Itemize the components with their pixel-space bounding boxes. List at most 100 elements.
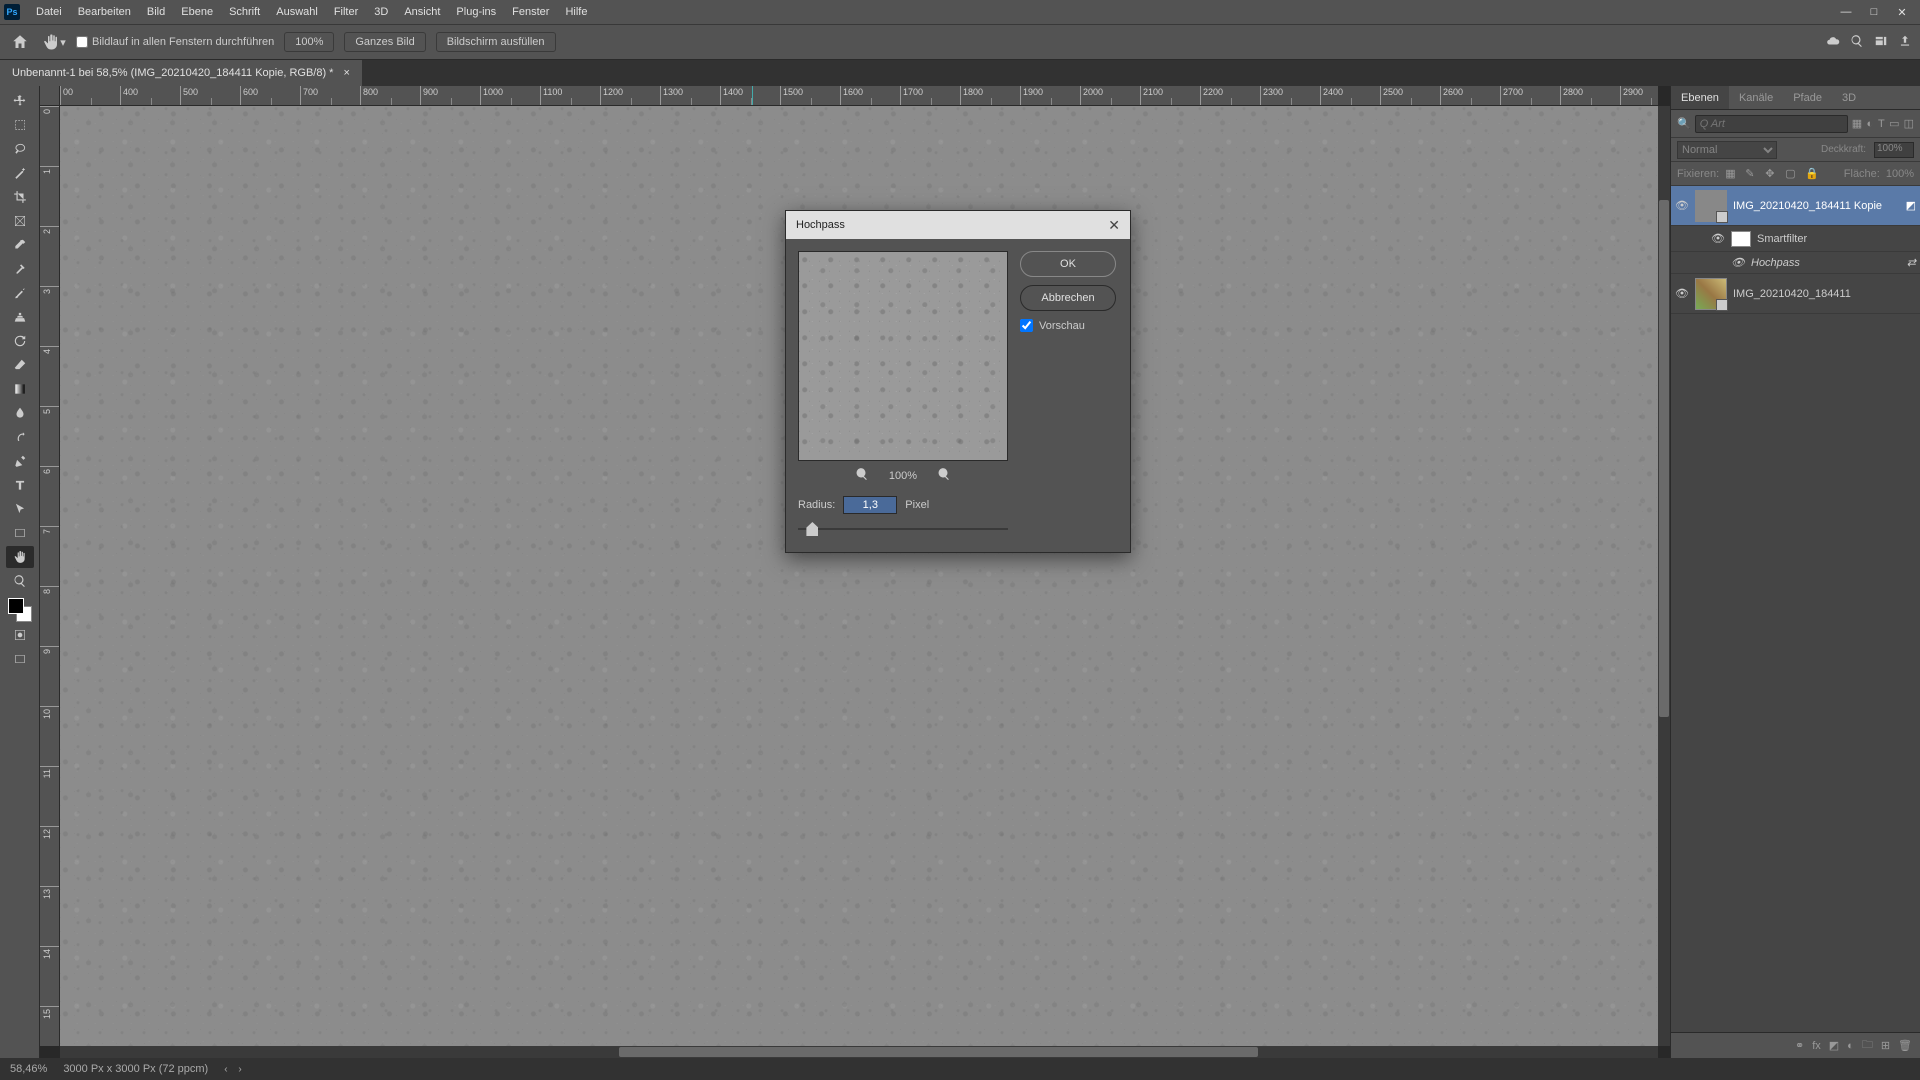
- menu-3d[interactable]: 3D: [366, 6, 396, 18]
- layer-row[interactable]: 👁 IMG_20210420_184411: [1671, 274, 1920, 314]
- new-layer-icon[interactable]: ⊞: [1881, 1039, 1890, 1052]
- layer-visibility-icon[interactable]: 👁: [1675, 199, 1689, 212]
- lock-transparency-icon[interactable]: ▦: [1725, 167, 1739, 180]
- quickmask-tool-icon[interactable]: [6, 624, 34, 646]
- menu-datei[interactable]: Datei: [28, 6, 70, 18]
- dialog-titlebar[interactable]: Hochpass ✕: [786, 211, 1130, 239]
- filter-smart-icon[interactable]: ◫: [1904, 116, 1914, 132]
- menu-hilfe[interactable]: Hilfe: [557, 6, 595, 18]
- menu-ebene[interactable]: Ebene: [173, 6, 221, 18]
- color-swatches[interactable]: [8, 598, 32, 622]
- screenmode-tool-icon[interactable]: [6, 648, 34, 670]
- tab-3d[interactable]: 3D: [1832, 86, 1866, 109]
- fill-screen-button[interactable]: Bildschirm ausfüllen: [436, 32, 556, 52]
- layer-filter-input[interactable]: [1695, 115, 1848, 133]
- layer-group-icon[interactable]: 🗀: [1862, 1036, 1873, 1055]
- lock-position-icon[interactable]: ✥: [1765, 167, 1779, 180]
- layer-thumbnail[interactable]: [1695, 190, 1727, 222]
- blur-tool-icon[interactable]: [6, 402, 34, 424]
- fill-value[interactable]: 100%: [1886, 168, 1914, 180]
- menu-filter[interactable]: Filter: [326, 6, 366, 18]
- pen-tool-icon[interactable]: [6, 450, 34, 472]
- horizontal-ruler[interactable]: 00 400 500 600 700 800 900 1000 1100 120…: [60, 86, 1658, 106]
- status-zoom[interactable]: 58,46%: [10, 1063, 47, 1075]
- clone-stamp-tool-icon[interactable]: [6, 306, 34, 328]
- hand-tool-icon[interactable]: [6, 546, 34, 568]
- preview-checkbox[interactable]: [1020, 319, 1033, 332]
- lock-pixels-icon[interactable]: ✎: [1745, 167, 1759, 180]
- marquee-tool-icon[interactable]: [6, 114, 34, 136]
- horizontal-scrollbar[interactable]: [60, 1046, 1658, 1058]
- filter-shape-icon[interactable]: ▭: [1889, 116, 1899, 132]
- filter-adjust-icon[interactable]: ◐: [1866, 116, 1874, 132]
- eraser-tool-icon[interactable]: [6, 354, 34, 376]
- eyedropper-tool-icon[interactable]: [6, 234, 34, 256]
- lock-artboard-icon[interactable]: ▢: [1785, 167, 1799, 180]
- move-tool-icon[interactable]: [6, 90, 34, 112]
- ok-button[interactable]: OK: [1020, 251, 1116, 277]
- layer-visibility-icon[interactable]: 👁: [1731, 256, 1745, 269]
- foreground-color-swatch[interactable]: [8, 598, 24, 614]
- tab-kanale[interactable]: Kanäle: [1729, 86, 1783, 109]
- tab-ebenen[interactable]: Ebenen: [1671, 86, 1729, 109]
- document-tab[interactable]: Unbenannt-1 bei 58,5% (IMG_20210420_1844…: [0, 60, 362, 86]
- layer-name-label[interactable]: IMG_20210420_184411: [1733, 288, 1916, 300]
- adjustment-layer-icon[interactable]: ◐: [1847, 1040, 1854, 1052]
- filter-type-icon[interactable]: T: [1878, 116, 1886, 132]
- lock-all-icon[interactable]: 🔒: [1805, 167, 1819, 180]
- menu-plugins[interactable]: Plug-ins: [448, 6, 504, 18]
- smart-filter-row[interactable]: 👁 Smartfilter: [1671, 226, 1920, 252]
- lasso-tool-icon[interactable]: [6, 138, 34, 160]
- type-tool-icon[interactable]: [6, 474, 34, 496]
- link-layers-icon[interactable]: ⚭: [1795, 1039, 1804, 1052]
- workspace-icon[interactable]: [1874, 34, 1888, 51]
- slider-handle[interactable]: [806, 522, 818, 536]
- cloud-share-icon[interactable]: [1826, 34, 1840, 51]
- window-minimize-button[interactable]: —: [1832, 6, 1860, 18]
- layer-visibility-icon[interactable]: 👁: [1711, 232, 1725, 245]
- vertical-scroll-thumb[interactable]: [1659, 200, 1669, 717]
- filter-name-label[interactable]: Hochpass: [1751, 257, 1901, 269]
- crop-tool-icon[interactable]: [6, 186, 34, 208]
- menu-ansicht[interactable]: Ansicht: [396, 6, 448, 18]
- filter-options-icon[interactable]: ⇄: [1907, 256, 1916, 269]
- dialog-preview-image[interactable]: [798, 251, 1008, 461]
- layer-row[interactable]: 👁 IMG_20210420_184411 Kopie ◩: [1671, 186, 1920, 226]
- filter-entry-row[interactable]: 👁 Hochpass ⇄: [1671, 252, 1920, 274]
- share-icon[interactable]: [1898, 34, 1912, 51]
- status-docinfo[interactable]: 3000 Px x 3000 Px (72 ppcm): [63, 1063, 208, 1075]
- cancel-button[interactable]: Abbrechen: [1020, 285, 1116, 311]
- preview-checkbox-row[interactable]: Vorschau: [1020, 319, 1116, 332]
- rectangle-tool-icon[interactable]: [6, 522, 34, 544]
- menu-auswahl[interactable]: Auswahl: [268, 6, 326, 18]
- zoom-out-icon[interactable]: [855, 467, 869, 484]
- zoom-100-button[interactable]: 100%: [284, 32, 334, 52]
- radius-slider[interactable]: [798, 520, 1008, 540]
- zoom-in-icon[interactable]: [937, 467, 951, 484]
- smartfilter-mask-thumbnail[interactable]: [1731, 231, 1751, 247]
- vertical-scrollbar[interactable]: [1658, 106, 1670, 1046]
- path-selection-tool-icon[interactable]: [6, 498, 34, 520]
- scroll-all-windows-checkbox[interactable]: Bildlauf in allen Fenstern durchführen: [76, 36, 274, 48]
- status-nav-arrows[interactable]: ‹ ›: [224, 1064, 245, 1075]
- window-maximize-button[interactable]: □: [1860, 6, 1888, 18]
- gradient-tool-icon[interactable]: [6, 378, 34, 400]
- document-tab-close-icon[interactable]: ×: [343, 67, 349, 79]
- blend-mode-select[interactable]: Normal: [1677, 141, 1777, 159]
- opacity-value[interactable]: 100%: [1874, 142, 1914, 158]
- dialog-close-icon[interactable]: ✕: [1108, 217, 1120, 234]
- layer-name-label[interactable]: IMG_20210420_184411 Kopie: [1733, 200, 1900, 212]
- horizontal-scroll-thumb[interactable]: [619, 1047, 1258, 1057]
- filter-image-icon[interactable]: ▦: [1852, 116, 1862, 132]
- vertical-ruler[interactable]: 0 1 2 3 4 5 6 7 8 9 10 11 12 13 14 15: [40, 106, 60, 1046]
- frame-tool-icon[interactable]: [6, 210, 34, 232]
- layer-fx-icon[interactable]: fx: [1812, 1040, 1821, 1052]
- layer-visibility-icon[interactable]: 👁: [1675, 287, 1689, 300]
- brush-tool-icon[interactable]: [6, 282, 34, 304]
- layer-mask-icon[interactable]: ◩: [1829, 1039, 1839, 1052]
- radius-input[interactable]: [843, 496, 897, 514]
- delete-layer-icon[interactable]: 🗑: [1898, 1039, 1912, 1052]
- layer-thumbnail[interactable]: [1695, 278, 1727, 310]
- menu-fenster[interactable]: Fenster: [504, 6, 557, 18]
- window-close-button[interactable]: ✕: [1888, 6, 1916, 19]
